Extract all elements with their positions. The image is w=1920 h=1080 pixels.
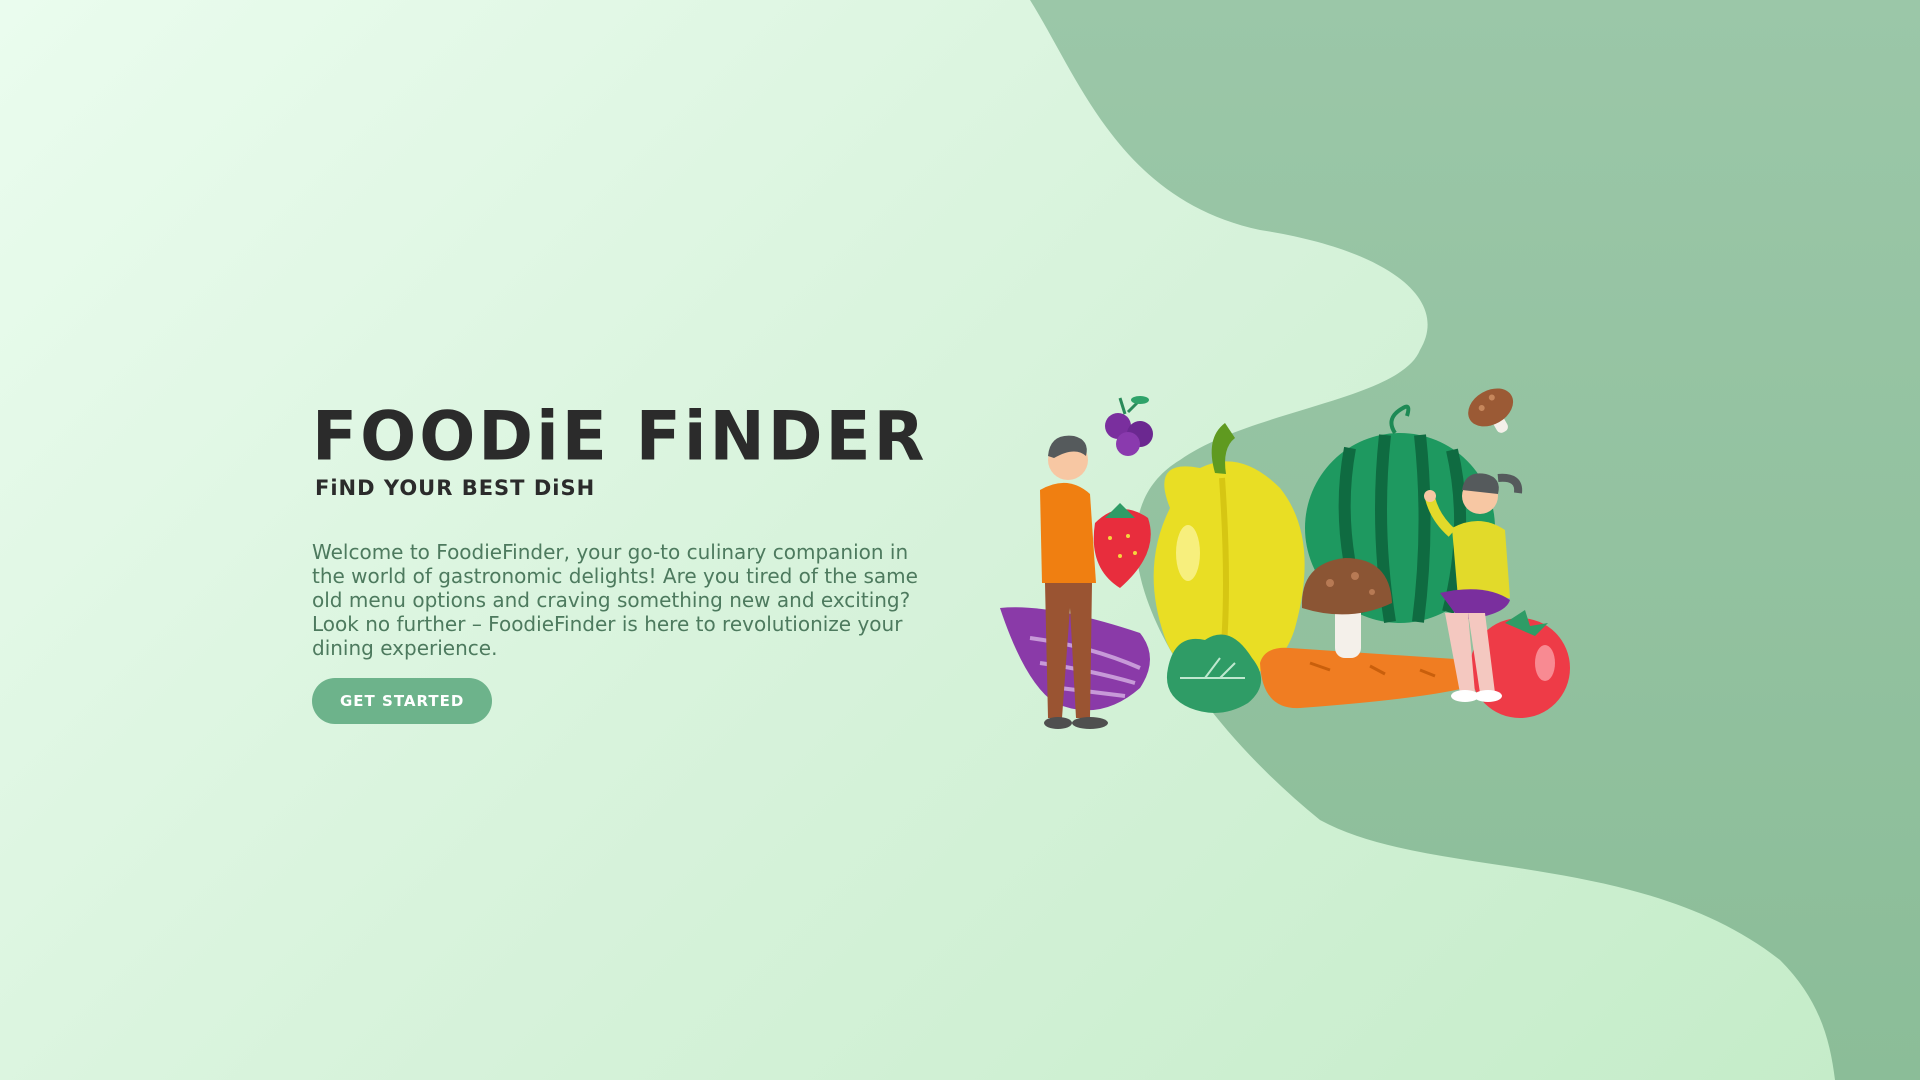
strawberry-icon	[1093, 503, 1151, 588]
mushroom-small-icon	[1468, 388, 1514, 433]
intro-paragraph: Welcome to FoodieFinder, your go-to culi…	[312, 540, 918, 660]
background-wave-shape	[1030, 0, 1920, 1080]
brand-tagline: FiND YOUR BEST DiSH	[315, 476, 596, 500]
plum-icon	[1105, 396, 1153, 456]
brand-title: FOODiE FiNDER	[312, 397, 928, 476]
get-started-button[interactable]: GET STARTED	[312, 678, 493, 724]
hero-section: FOODiE FiNDER FiND YOUR BEST DiSH Welcom…	[312, 397, 932, 724]
people-with-vegetables-illustration	[1000, 388, 1570, 729]
mushroom-icon	[1301, 558, 1392, 658]
